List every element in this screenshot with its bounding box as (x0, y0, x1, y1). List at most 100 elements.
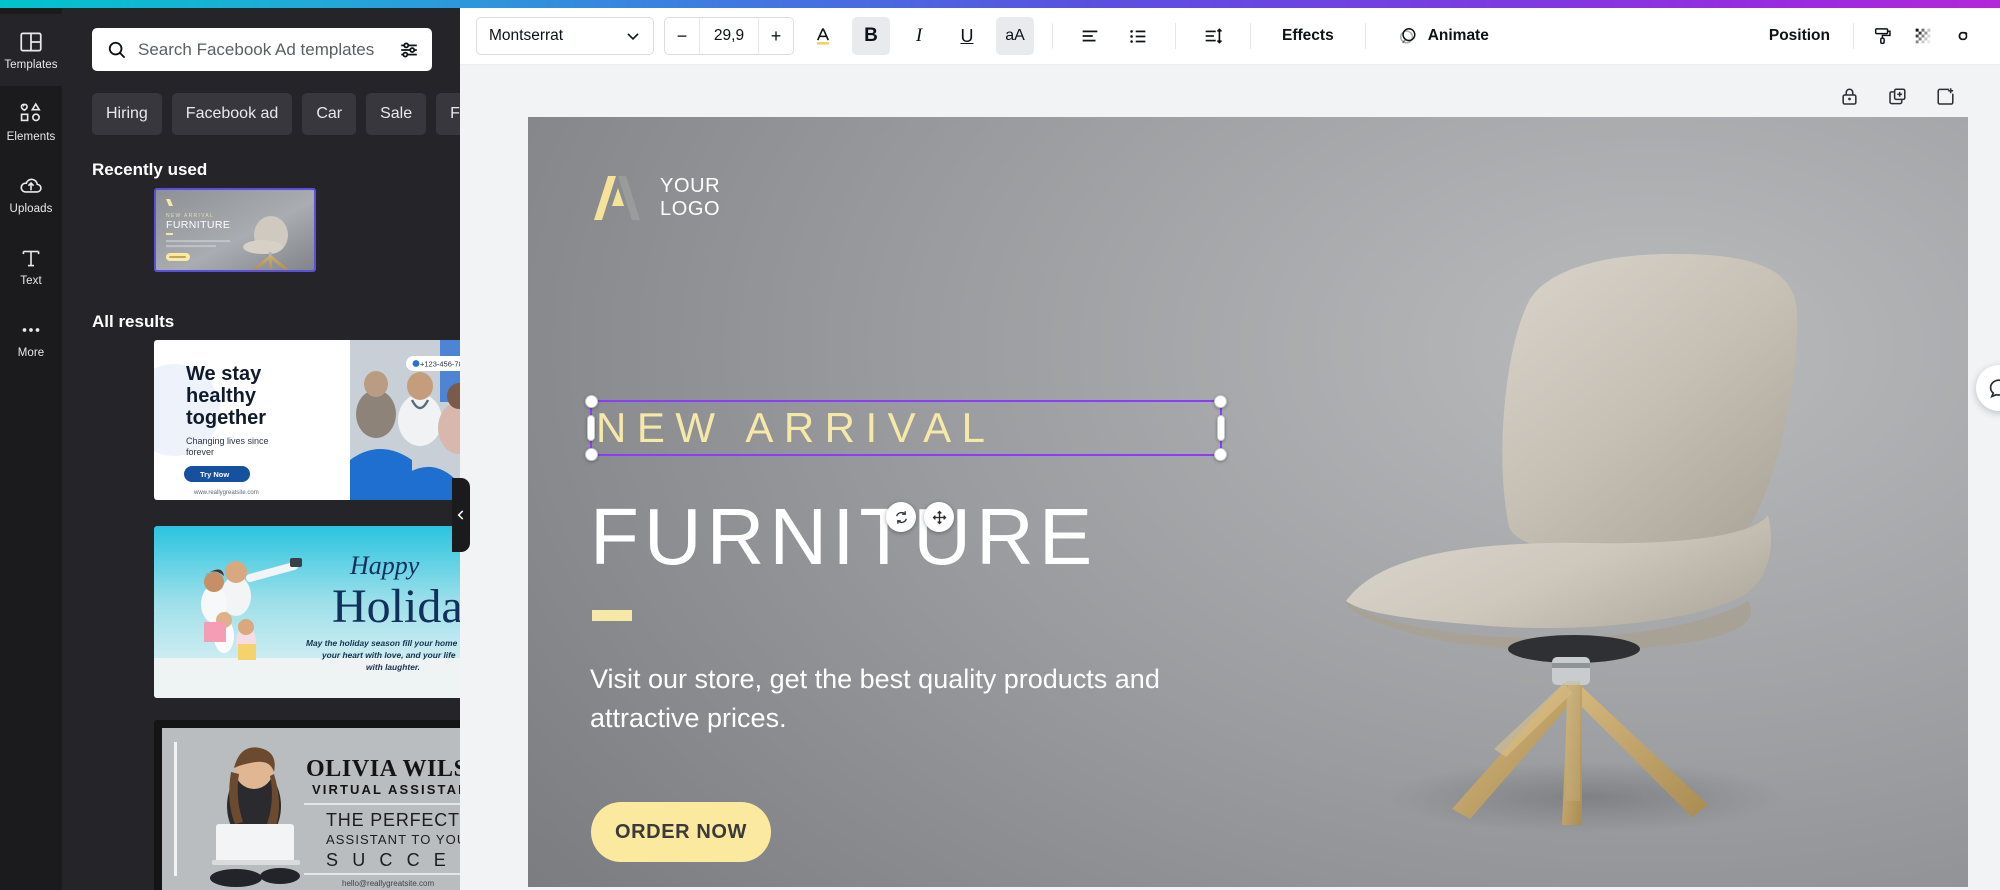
toolbar-divider-4 (1365, 23, 1366, 49)
sidebar-label-templates: Templates (4, 59, 57, 71)
text-toolbar: Montserrat − 29,9 + (460, 8, 2000, 65)
sidebar-item-elements[interactable]: Elements (0, 86, 62, 158)
elements-icon (18, 101, 44, 127)
body-text[interactable]: Visit our store, get the best quality pr… (590, 660, 1230, 738)
chip-sale[interactable]: Sale (366, 93, 426, 135)
animate-button[interactable]: Animate (1384, 17, 1502, 55)
headline-selection-box[interactable]: NEW ARRIVAL (590, 400, 1222, 456)
svg-text:VIRTUAL ASSISTANCE: VIRTUAL ASSISTANCE (312, 782, 460, 797)
sidebar-item-text[interactable]: Text (0, 230, 62, 302)
spacing-button[interactable] (1194, 17, 1232, 55)
chip-car[interactable]: Car (302, 93, 356, 135)
underline-button[interactable]: U (948, 17, 986, 55)
order-now-button[interactable]: ORDER NOW (591, 802, 771, 862)
link-button[interactable] (1944, 17, 1982, 55)
text-icon (18, 245, 44, 271)
search-area (92, 28, 432, 71)
rotate-handle[interactable] (886, 502, 916, 532)
svg-text:together: together (186, 407, 266, 429)
effects-label: Effects (1282, 27, 1334, 45)
search-box[interactable] (92, 28, 432, 71)
template-card-virtual-assistant[interactable]: OLIVIA WILSON VIRTUAL ASSISTANCE THE PER… (154, 720, 460, 890)
design-canvas[interactable]: YOUR LOGO NEW ARRIVAL (528, 117, 1968, 887)
svg-text:S U C C E S S: S U C C E S S (326, 850, 460, 870)
sidebar-item-uploads[interactable]: Uploads (0, 158, 62, 230)
svg-text:+123-456-7890: +123-456-7890 (420, 360, 460, 369)
recently-used-title: Recently used (92, 160, 207, 180)
resize-handle-top-left[interactable] (585, 395, 598, 408)
chip-facebook-ad[interactable]: Facebook ad (172, 93, 293, 135)
page-tools (1836, 83, 1958, 109)
duplicate-page-button[interactable] (1884, 83, 1910, 109)
svg-text:OLIVIA WILSON: OLIVIA WILSON (306, 756, 460, 782)
font-family-select[interactable]: Montserrat (476, 17, 654, 55)
toolbar-divider-3 (1250, 23, 1251, 49)
chair-product-image[interactable] (1256, 197, 1896, 837)
sliders-icon[interactable] (398, 39, 420, 61)
effects-button[interactable]: Effects (1269, 17, 1347, 55)
toolbar-divider-1 (1052, 23, 1053, 49)
all-results-title: All results (92, 312, 174, 332)
templates-panel: Hiring Facebook ad Car Sale Food Recentl… (62, 8, 460, 890)
logo-lockup[interactable]: YOUR LOGO (592, 172, 720, 224)
bold-button[interactable]: B (852, 17, 890, 55)
svg-text:We stay: We stay (186, 363, 262, 385)
add-page-button[interactable] (1932, 83, 1958, 109)
font-size-stepper: − 29,9 + (664, 17, 794, 55)
italic-button[interactable]: I (900, 17, 938, 55)
resize-handle-bottom-left[interactable] (585, 448, 598, 461)
move-handle[interactable] (924, 502, 954, 532)
font-size-input[interactable]: 29,9 (699, 18, 759, 54)
text-color-button[interactable] (804, 17, 842, 55)
template-card-holiday[interactable]: Happy Holiday May the holiday season fil… (154, 526, 460, 698)
bold-icon: B (864, 25, 878, 47)
headline-text[interactable]: NEW ARRIVAL (596, 404, 995, 452)
sidebar-item-more[interactable]: More (0, 302, 62, 374)
design-canvas-wrapper: YOUR LOGO NEW ARRIVAL (528, 117, 1968, 887)
list-button[interactable] (1119, 17, 1157, 55)
canva-editor-window: Templates Elements Uploads (0, 0, 2000, 890)
svg-text:THE PERFECT: THE PERFECT (326, 810, 460, 830)
sidebar-label-more: More (18, 347, 45, 359)
resize-handle-right[interactable] (1217, 415, 1225, 441)
bullet-list-icon (1127, 25, 1149, 47)
editor-area: YOUR LOGO NEW ARRIVAL (460, 65, 2000, 890)
svg-text:Holiday: Holiday (332, 580, 460, 633)
search-icon (106, 39, 128, 61)
resize-handle-bottom-right[interactable] (1214, 448, 1227, 461)
svg-text:healthy: healthy (186, 385, 257, 407)
position-button[interactable]: Position (1756, 17, 1843, 55)
resize-handle-top-right[interactable] (1214, 395, 1227, 408)
paint-roller-button[interactable] (1864, 17, 1902, 55)
svg-text:Changing lives since: Changing lives since (186, 436, 269, 446)
comment-button[interactable] (1976, 365, 2000, 411)
left-icon-rail: Templates Elements Uploads (0, 8, 62, 890)
collapse-panel-button[interactable] (452, 478, 470, 552)
resize-handle-left[interactable] (587, 415, 595, 441)
font-size-increase-button[interactable]: + (759, 18, 793, 54)
chip-food[interactable]: Food (436, 93, 460, 135)
font-size-decrease-button[interactable]: − (665, 18, 699, 54)
letter-case-button[interactable]: aA (996, 17, 1034, 55)
line-spacing-icon (1202, 25, 1224, 47)
toolbar-right-group: Position (1756, 17, 2000, 55)
toolbar-divider-5 (1853, 23, 1854, 49)
chip-hiring[interactable]: Hiring (92, 93, 162, 135)
svg-text:hello@reallygreatsite.com: hello@reallygreatsite.com (342, 879, 434, 888)
template-card-healthcare[interactable]: +123-456-7890 We stay healthy together C… (154, 340, 460, 500)
text-align-button[interactable] (1071, 17, 1109, 55)
svg-text:your heart with love, and your: your heart with love, and your life (321, 650, 456, 660)
logo-a-mark-icon (592, 172, 646, 224)
recent-template-card[interactable]: NEW ARRIVAL FURNITURE (154, 188, 316, 272)
search-input[interactable] (138, 40, 388, 60)
filter-chip-row: Hiring Facebook ad Car Sale Food (92, 93, 460, 135)
svg-text:FURNITURE: FURNITURE (166, 219, 230, 231)
transparency-button[interactable] (1904, 17, 1942, 55)
subheadline-text[interactable]: FURNITURE (590, 491, 1097, 583)
sidebar-item-templates[interactable]: Templates (0, 14, 62, 86)
font-family-value: Montserrat (489, 27, 563, 45)
logo-line-2: LOGO (660, 198, 720, 220)
svg-text:forever: forever (186, 447, 214, 457)
lock-page-button[interactable] (1836, 83, 1862, 109)
toolbar-left-group: Montserrat − 29,9 + (460, 17, 1502, 55)
